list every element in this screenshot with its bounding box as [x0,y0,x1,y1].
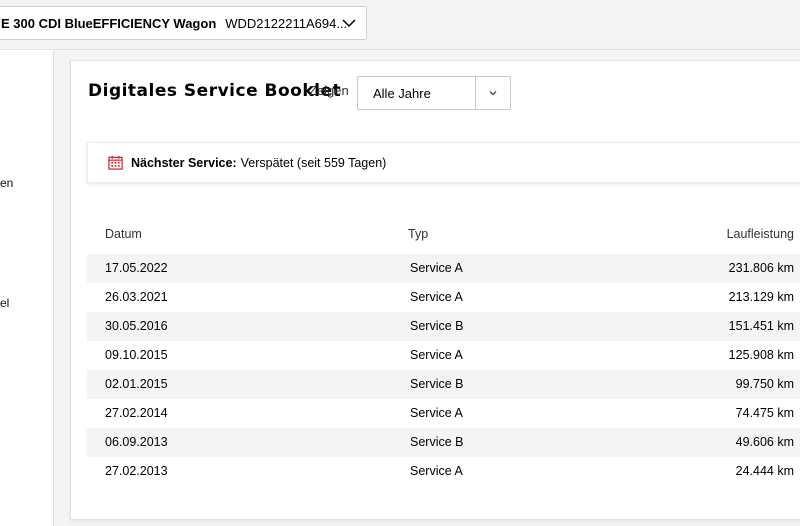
table-row: 26.03.2021 Service A 213.129 km [87,283,800,312]
row-type: Service B [410,377,464,391]
row-date: 30.05.2016 [105,319,168,333]
year-filter-toggle[interactable] [475,77,510,109]
table-row: 27.02.2013 Service A 24.444 km [87,457,800,486]
table-row: 09.10.2015 Service A 125.908 km [87,341,800,370]
year-filter-value: Alle Jahre [373,85,431,101]
row-type: Service A [410,464,463,478]
row-mileage: 151.451 km [728,319,794,333]
row-mileage: 74.475 km [735,406,794,420]
row-date: 06.09.2013 [105,435,168,449]
row-date: 02.01.2015 [105,377,168,391]
column-header-date: Datum [105,227,142,241]
row-date: 27.02.2014 [105,406,168,420]
table-row: 06.09.2013 Service B 49.606 km [87,428,800,457]
sidebar-item-1[interactable]: en [0,176,13,190]
row-type: Service A [410,406,463,420]
chevron-down-icon [342,19,356,28]
table-header: Datum Typ Laufleistung [87,221,800,249]
row-mileage: 99.750 km [735,377,794,391]
table-row: 30.05.2016 Service B 151.451 km [87,312,800,341]
row-type: Service A [410,348,463,362]
row-mileage: 231.806 km [728,261,794,275]
sidebar: en el [0,50,54,526]
page-title: Digitales Service Booklet [88,81,342,101]
row-date: 09.10.2015 [105,348,168,362]
service-table-body: 17.05.2022 Service A 231.806 km 26.03.20… [87,254,800,486]
show-label: Zeigen [309,83,349,98]
row-type: Service B [410,435,464,449]
row-mileage: 49.606 km [735,435,794,449]
vehicle-vin: WDD2122211A694... [225,15,348,31]
row-mileage: 213.129 km [728,290,794,304]
table-row: 17.05.2022 Service A 231.806 km [87,254,800,283]
chevron-down-icon [489,91,497,96]
row-type: Service B [410,319,464,333]
vehicle-selector[interactable]: E 300 CDI BlueEFFICIENCY Wagon WDD212221… [0,6,367,40]
column-header-mileage: Laufleistung [726,227,794,241]
next-service-label: Nächster Service: [131,155,237,170]
table-row: 27.02.2014 Service A 74.475 km [87,399,800,428]
row-date: 26.03.2021 [105,290,168,304]
next-service-banner: Nächster Service: Verspätet (seit 559 Ta… [87,142,800,183]
sidebar-item-2[interactable]: el [0,296,9,310]
vehicle-name: E 300 CDI BlueEFFICIENCY Wagon [1,15,217,31]
row-type: Service A [410,290,463,304]
row-mileage: 24.444 km [735,464,794,478]
row-mileage: 125.908 km [728,348,794,362]
column-header-type: Typ [408,227,429,241]
row-date: 27.02.2013 [105,464,168,478]
year-filter-select[interactable]: Alle Jahre [357,76,511,110]
service-booklet-card: Digitales Service Booklet Zeigen Alle Ja… [70,60,800,520]
top-bar: E 300 CDI BlueEFFICIENCY Wagon WDD212221… [0,0,800,50]
table-row: 02.01.2015 Service B 99.750 km [87,370,800,399]
row-date: 17.05.2022 [105,261,168,275]
calendar-icon [108,155,123,170]
row-type: Service A [410,261,463,275]
next-service-status: Verspätet (seit 559 Tagen) [240,155,387,170]
